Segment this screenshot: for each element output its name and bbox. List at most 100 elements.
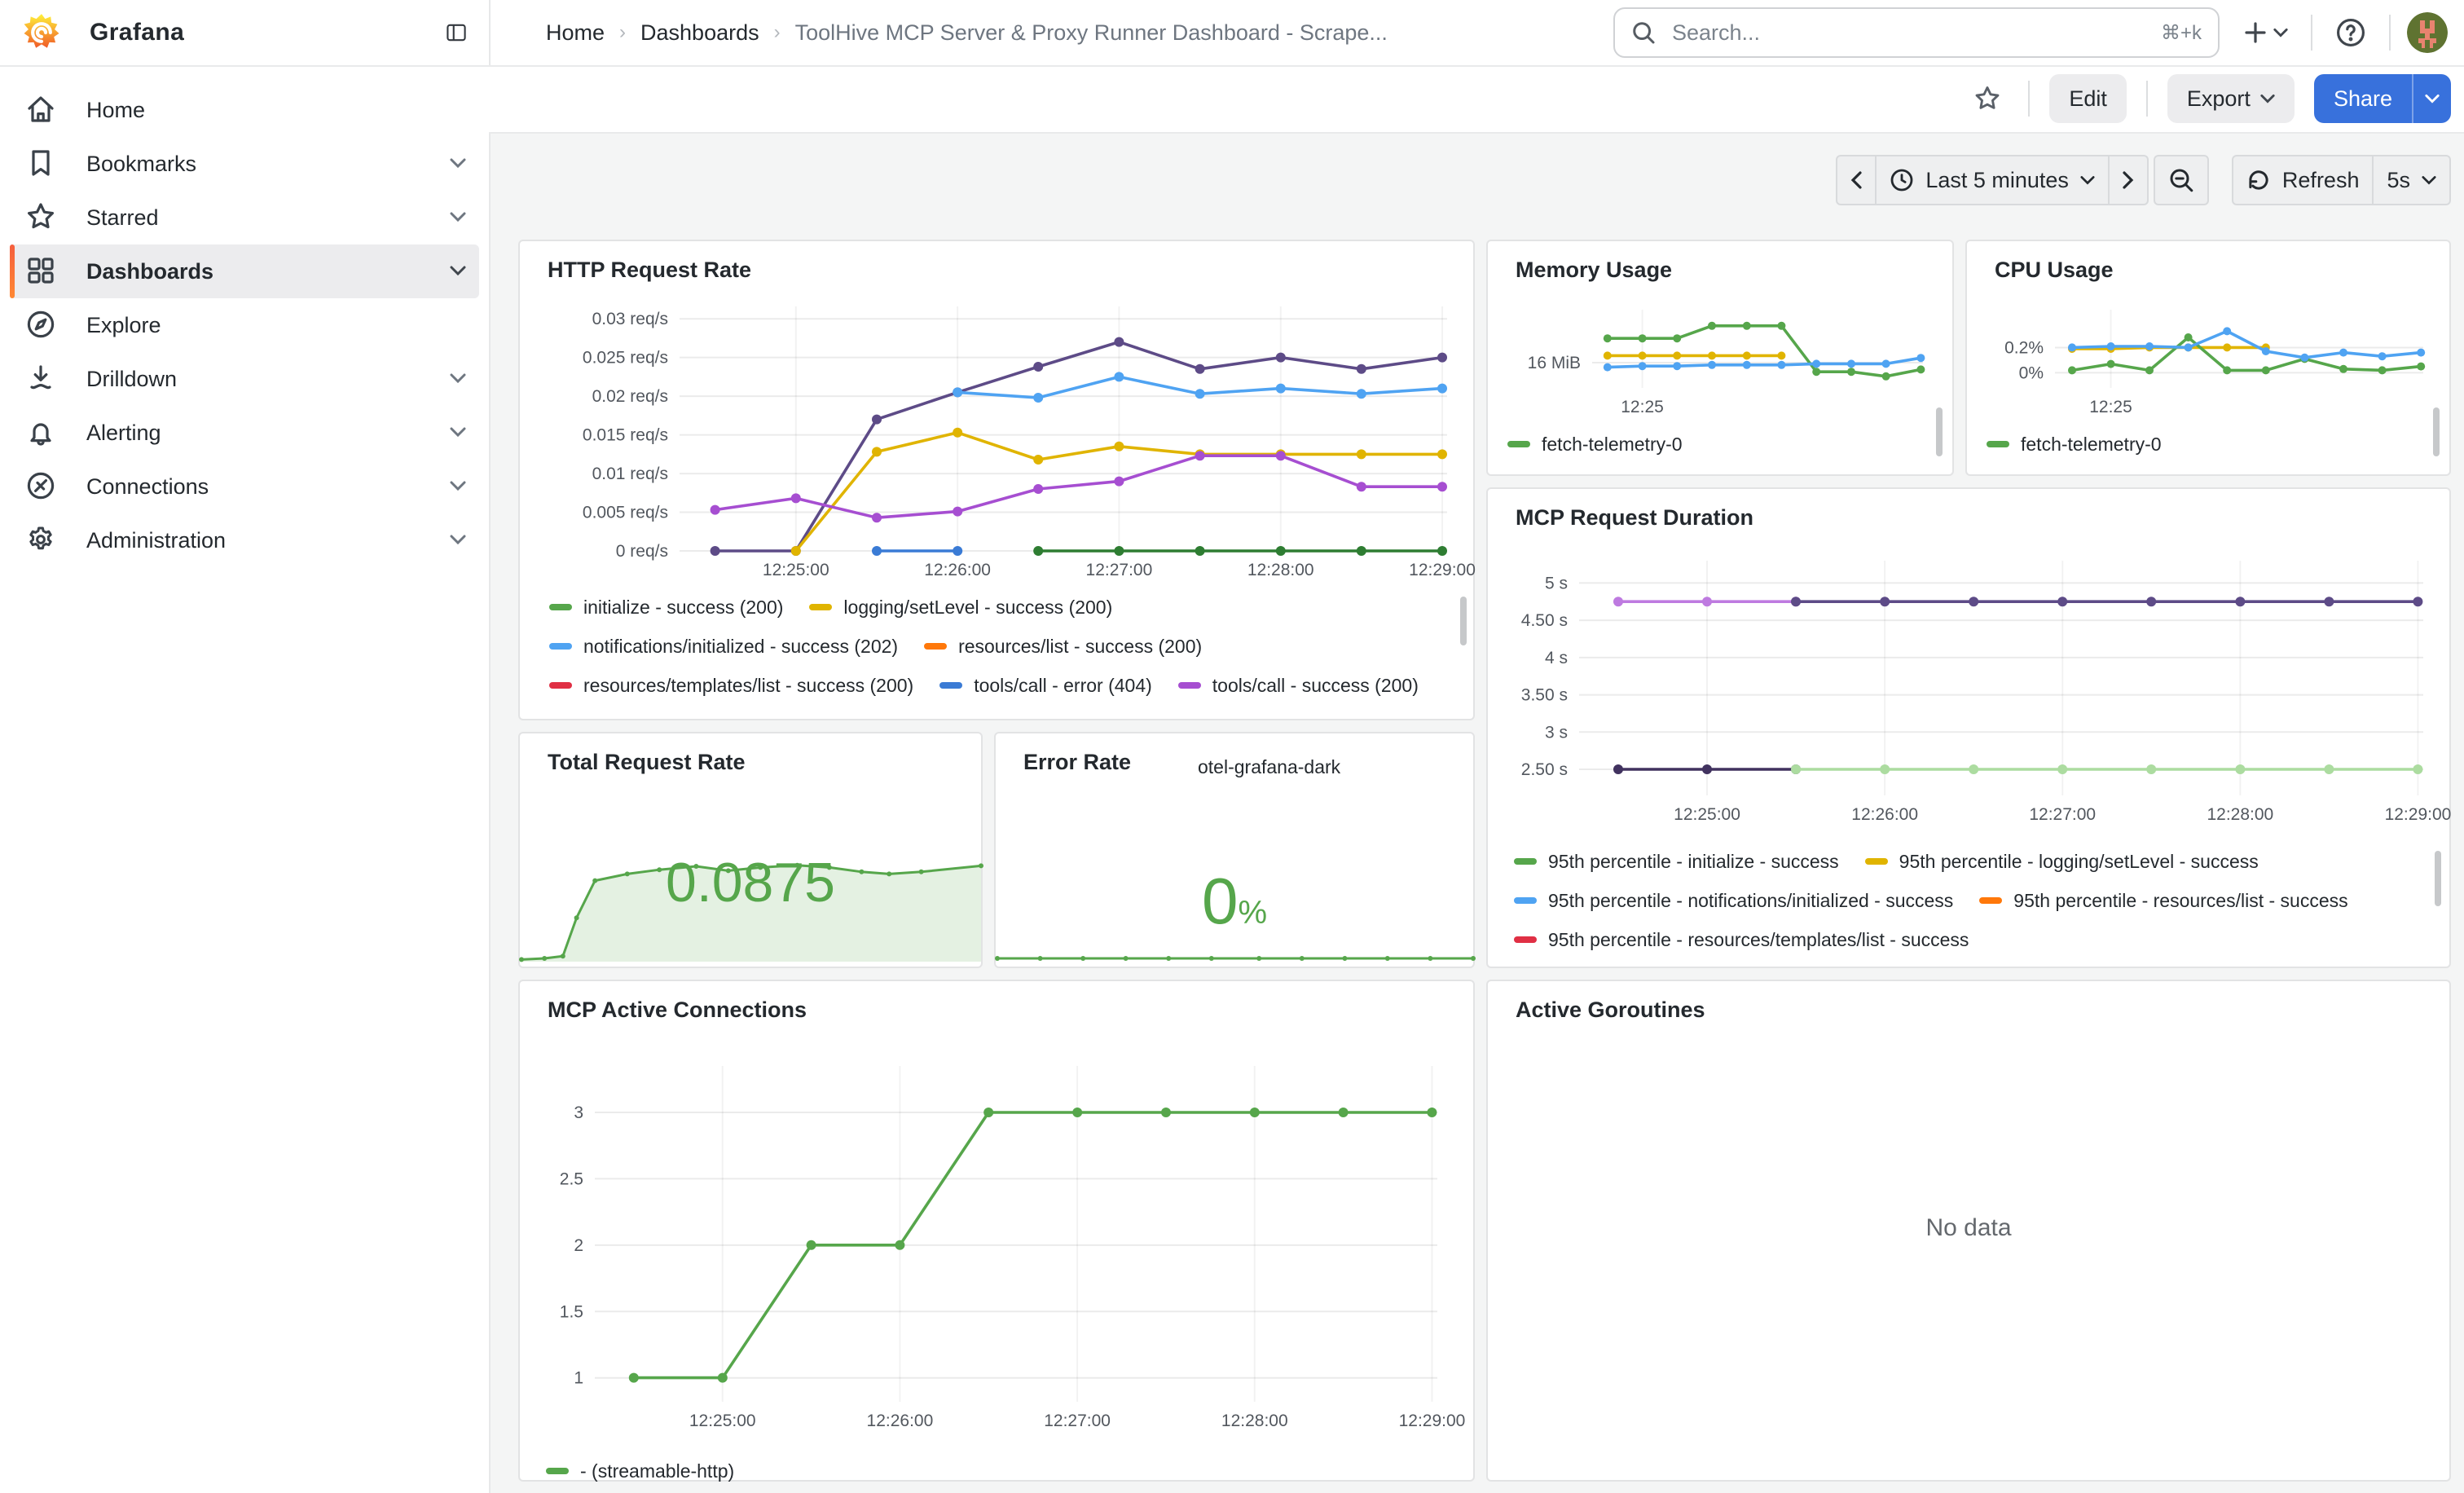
avatar[interactable] (2407, 12, 2448, 53)
breadcrumb-separator: › (774, 21, 781, 44)
svg-text:12:28:00: 12:28:00 (2207, 805, 2273, 824)
svg-text:5 s: 5 s (1545, 574, 1568, 592)
legend-item[interactable]: fetch-telemetry-0 (1987, 430, 2162, 458)
search-bar[interactable]: ⌘+k (1613, 7, 2220, 58)
sidebar-item-starred[interactable]: Starred (10, 191, 479, 244)
legend-item[interactable]: tools/list - success (200) (549, 711, 785, 717)
panel-title[interactable]: CPU Usage (1995, 258, 2114, 283)
svg-text:12:25: 12:25 (1621, 398, 1664, 416)
mega-menu-toggle[interactable] (437, 13, 476, 52)
mcp-active-connections-chart[interactable]: 32.521.5112:25:0012:26:0012:27:0012:28:0… (546, 1046, 1454, 1451)
star-dashboard-button[interactable] (1966, 77, 2009, 120)
http-request-rate-chart[interactable]: 0 req/s0.005 req/s0.01 req/s0.015 req/s0… (549, 297, 1454, 590)
sidebar-item-bookmarks[interactable]: Bookmarks (10, 137, 479, 191)
sidebar-item-drilldown[interactable]: Drilldown (10, 352, 479, 406)
chevron-down-icon[interactable] (450, 158, 466, 168)
legend-item[interactable]: 95th percentile - resources/list - succe… (1979, 887, 2347, 914)
legend-scrollbar[interactable] (1936, 407, 1943, 456)
memory-legend: fetch-telemetry-0 (1507, 430, 1907, 463)
legend-item[interactable]: logging/setLevel - success (200) (809, 593, 1112, 621)
svg-text:12:29:00: 12:29:00 (2385, 805, 2452, 824)
legend-scrollbar[interactable] (1460, 597, 1467, 645)
mcp-request-duration-chart[interactable]: 5 s4.50 s4 s3.50 s3 s2.50 s12:25:0012:26… (1514, 548, 2436, 838)
legend-swatch (1987, 441, 2009, 447)
export-button[interactable]: Export (2167, 74, 2295, 123)
zoom-out-button[interactable] (2154, 155, 2209, 205)
legend-scrollbar[interactable] (2435, 851, 2441, 906)
time-shift-forward-button[interactable] (2110, 155, 2149, 205)
chevron-right-icon (2123, 171, 2134, 189)
svg-text:16 MiB: 16 MiB (1528, 354, 1581, 372)
legend-item[interactable]: notifications/initialized - success (202… (549, 632, 898, 660)
legend-item[interactable]: 95th percentile - logging/setLevel - suc… (1865, 848, 2259, 875)
share-menu-button[interactable] (2412, 74, 2451, 123)
panel-title[interactable]: Active Goroutines (1516, 998, 1705, 1023)
panel-title[interactable]: MCP Active Connections (548, 998, 807, 1023)
chevron-left-icon (1850, 171, 1862, 189)
svg-text:2.50 s: 2.50 s (1521, 760, 1568, 779)
panel-title[interactable]: Error Rate (1023, 750, 1131, 775)
chevron-down-icon[interactable] (450, 212, 466, 222)
legend-item[interactable]: - (streamable-http) (546, 1457, 734, 1485)
panel-title[interactable]: Total Request Rate (548, 750, 746, 775)
panel-title[interactable]: MCP Request Duration (1516, 505, 1753, 531)
grafana-logo-icon[interactable] (21, 12, 62, 53)
edit-button[interactable]: Edit (2049, 74, 2127, 123)
chevron-down-icon (2273, 28, 2288, 37)
chevron-down-icon[interactable] (450, 373, 466, 383)
add-button[interactable] (2236, 13, 2295, 52)
sidebar-item-explore[interactable]: Explore (10, 298, 479, 352)
legend-item[interactable]: resources/templates/list - success (200) (549, 672, 913, 699)
svg-text:3 s: 3 s (1545, 723, 1568, 742)
time-shift-back-button[interactable] (1836, 155, 1877, 205)
legend-item[interactable]: 95th percentile - notifications/initiali… (1514, 887, 1953, 914)
legend-item[interactable]: tools/call - error (404) (939, 672, 1152, 699)
clock-icon (1890, 168, 1914, 192)
legend-item[interactable]: resources/list - success (200) (924, 632, 1202, 660)
panel-title[interactable]: HTTP Request Rate (548, 258, 751, 283)
legend-item[interactable]: 95th percentile - resources/templates/li… (1514, 926, 1969, 953)
panel-active-goroutines: Active Goroutines No data (1486, 980, 2451, 1482)
legend-swatch (939, 682, 962, 689)
sidebar-item-home[interactable]: Home (10, 83, 479, 137)
chevron-down-icon[interactable] (450, 427, 466, 437)
cpu-legend: fetch-telemetry-0 (1987, 430, 2407, 463)
sidebar-item-alerting[interactable]: Alerting (10, 406, 479, 460)
panel-title[interactable]: Memory Usage (1516, 258, 1672, 283)
breadcrumb-dashboards[interactable]: Dashboards (640, 20, 759, 46)
sidebar-item-connections[interactable]: Connections (10, 460, 479, 513)
svg-text:12:26:00: 12:26:00 (1851, 805, 1918, 824)
star-icon (24, 200, 57, 233)
help-button[interactable] (2329, 11, 2373, 55)
legend-item[interactable]: initialize - success (200) (549, 593, 783, 621)
panel-cpu-usage: CPU Usage 0.2%0%12:25 fetch-telemetry-0 (1965, 240, 2451, 476)
legend-item[interactable]: unknown - success (200) (811, 711, 1054, 717)
breadcrumb-home[interactable]: Home (546, 20, 605, 46)
svg-text:1.5: 1.5 (560, 1302, 583, 1321)
panel-mcp-request-duration: MCP Request Duration 5 s4.50 s4 s3.50 s3… (1486, 487, 2451, 968)
refresh-button[interactable]: Refresh (2232, 155, 2374, 205)
chevron-down-icon (2425, 94, 2440, 103)
search-input[interactable] (1669, 19, 2148, 47)
chevron-down-icon[interactable] (450, 481, 466, 491)
memory-usage-chart[interactable]: 16 MiB 12:25 (1507, 303, 1936, 421)
cpu-usage-chart[interactable]: 0.2%0%12:25 (1983, 303, 2436, 421)
svg-text:12:29:00: 12:29:00 (1399, 1412, 1466, 1430)
chevron-down-icon[interactable] (450, 535, 466, 544)
time-range-picker[interactable]: Last 5 minutes (1877, 155, 2110, 205)
legend-item[interactable]: 95th percentile - initialize - success (1514, 848, 1839, 875)
divider (2389, 15, 2391, 51)
share-button[interactable]: Share (2314, 74, 2412, 123)
active-indicator (10, 244, 15, 298)
sidebar-item-dashboards[interactable]: Dashboards (10, 244, 479, 298)
chevron-down-icon[interactable] (450, 266, 466, 275)
error-rate-value: 0% (996, 864, 1473, 939)
refresh-interval-picker[interactable]: 5s (2374, 155, 2451, 205)
legend-scrollbar[interactable] (2433, 407, 2440, 456)
legend-item[interactable]: fetch-telemetry-0 (1507, 430, 1683, 458)
legend-item[interactable]: tools/call - success (200) (1178, 672, 1419, 699)
total-request-rate-value: 0.0875 (520, 851, 981, 914)
compass-icon (24, 308, 57, 341)
home-icon (24, 93, 57, 126)
sidebar-item-administration[interactable]: Administration (10, 513, 479, 567)
